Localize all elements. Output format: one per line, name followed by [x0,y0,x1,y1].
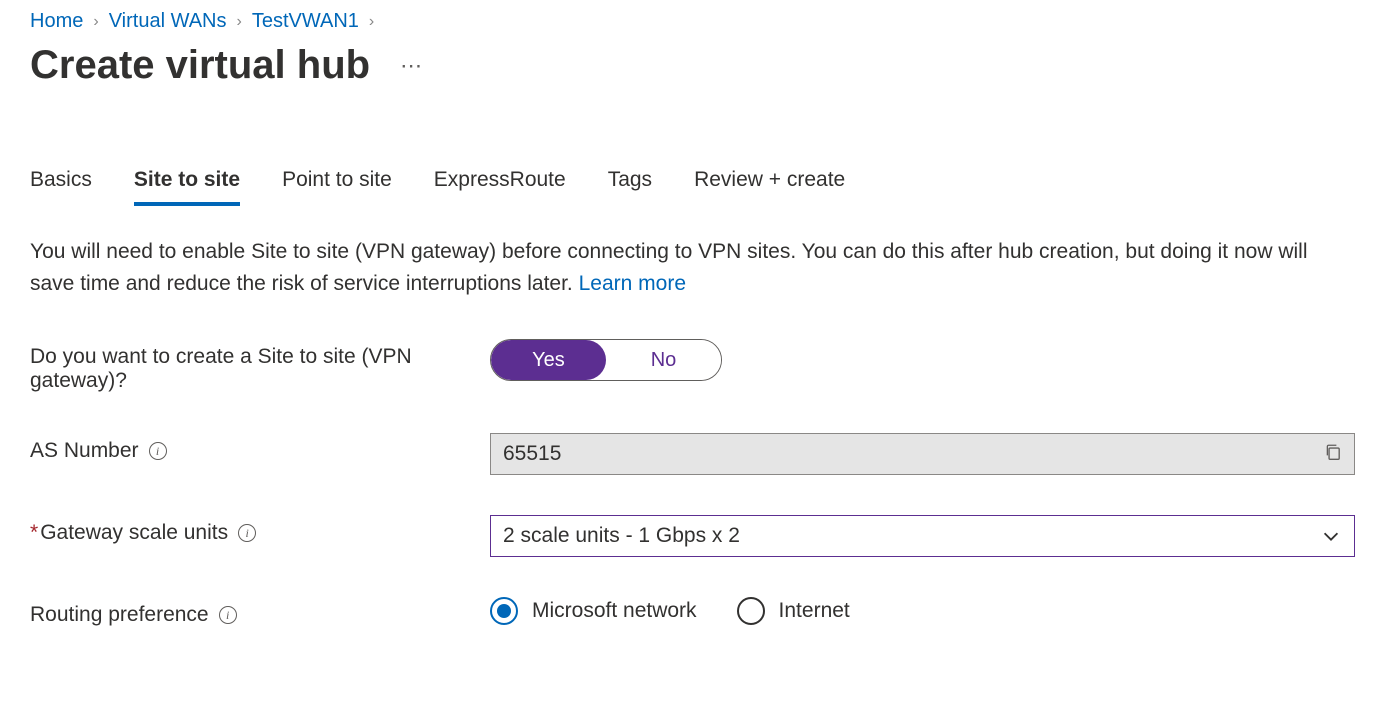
title-row: Create virtual hub ⋯ [30,43,1355,88]
radio-internet[interactable]: Internet [737,597,850,625]
breadcrumb-home[interactable]: Home [30,10,83,33]
toggle-yes[interactable]: Yes [491,340,606,380]
tab-review-create[interactable]: Review + create [694,168,845,206]
create-gateway-toggle: Yes No [490,339,722,381]
more-options-icon[interactable]: ⋯ [400,53,424,79]
info-icon[interactable]: i [238,524,256,542]
breadcrumb-virtual-wans[interactable]: Virtual WANs [109,10,227,33]
as-number-value: 65515 [503,442,561,466]
tab-expressroute[interactable]: ExpressRoute [434,168,566,206]
row-scale-units: *Gateway scale units i 2 scale units - 1… [30,515,1355,557]
create-gateway-label: Do you want to create a Site to site (VP… [30,345,460,393]
required-star: * [30,521,38,544]
learn-more-link[interactable]: Learn more [579,272,686,295]
radio-label: Microsoft network [532,599,697,623]
tab-point-to-site[interactable]: Point to site [282,168,392,206]
chevron-right-icon: › [369,13,374,31]
row-create-gateway: Do you want to create a Site to site (VP… [30,339,1355,393]
radio-label: Internet [779,599,850,623]
tab-description: You will need to enable Site to site (VP… [30,236,1340,299]
routing-preference-label: Routing preference [30,603,209,627]
radio-microsoft-network[interactable]: Microsoft network [490,597,697,625]
row-as-number: AS Number i 65515 [30,433,1355,475]
info-icon[interactable]: i [149,442,167,460]
as-number-field: 65515 [490,433,1355,475]
tabs: Basics Site to site Point to site Expres… [30,168,1355,206]
radio-icon [737,597,765,625]
as-number-label: AS Number [30,439,139,463]
chevron-right-icon: › [237,13,242,31]
scale-units-select[interactable]: 2 scale units - 1 Gbps x 2 [490,515,1355,557]
routing-preference-radio-group: Microsoft network Internet [490,597,1355,625]
breadcrumb: Home › Virtual WANs › TestVWAN1 › [30,10,1355,33]
chevron-down-icon [1320,525,1342,547]
tab-tags[interactable]: Tags [608,168,652,206]
tab-site-to-site[interactable]: Site to site [134,168,240,206]
breadcrumb-testvwan1[interactable]: TestVWAN1 [252,10,359,33]
toggle-no[interactable]: No [606,340,721,380]
chevron-right-icon: › [93,13,98,31]
radio-icon [490,597,518,625]
info-icon[interactable]: i [219,606,237,624]
scale-units-value: 2 scale units - 1 Gbps x 2 [503,524,740,548]
copy-icon[interactable] [1324,443,1342,466]
tab-basics[interactable]: Basics [30,168,92,206]
scale-units-label: Gateway scale units [40,521,228,544]
page-title: Create virtual hub [30,43,370,88]
row-routing-preference: Routing preference i Microsoft network I… [30,597,1355,627]
